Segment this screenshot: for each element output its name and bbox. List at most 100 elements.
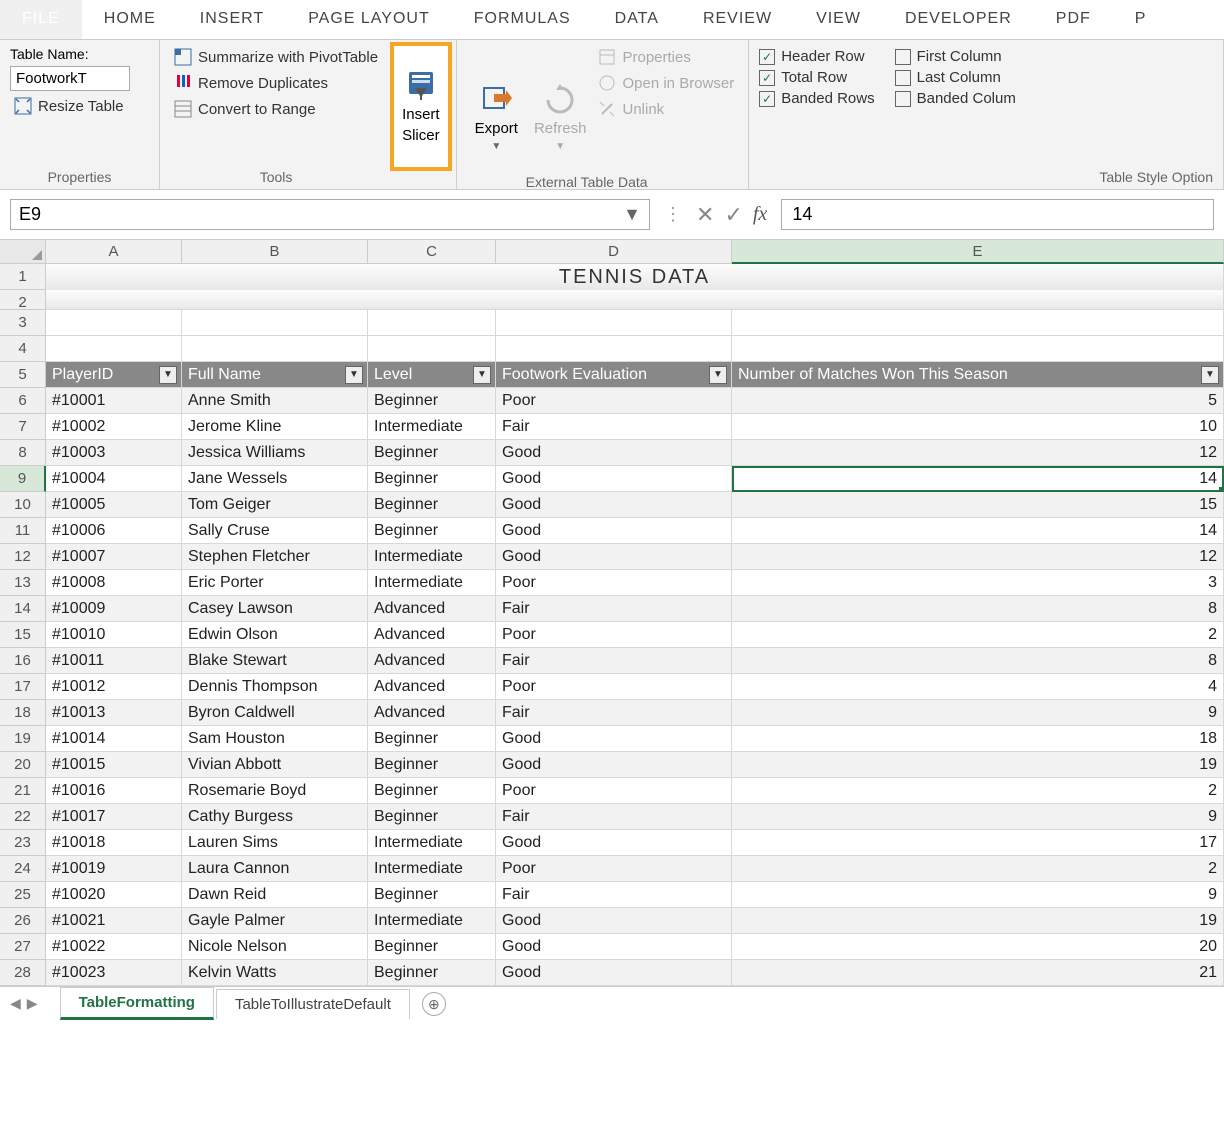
tab-more[interactable]: P [1113, 0, 1169, 39]
row-header[interactable]: 16 [0, 648, 46, 674]
col-header-c[interactable]: C [368, 240, 496, 264]
cell-playerid[interactable]: #10013 [46, 700, 182, 726]
remove-duplicates-button[interactable]: Remove Duplicates [170, 72, 382, 94]
row-header[interactable]: 7 [0, 414, 46, 440]
cell-fullname[interactable]: Lauren Sims [182, 830, 368, 856]
row-header[interactable]: 11 [0, 518, 46, 544]
cell-level[interactable]: Advanced [368, 596, 496, 622]
cell-playerid[interactable]: #10007 [46, 544, 182, 570]
summarize-pivottable-button[interactable]: Summarize with PivotTable [170, 46, 382, 68]
row-header[interactable]: 18 [0, 700, 46, 726]
table-header[interactable]: Number of Matches Won This Season▼ [732, 362, 1224, 388]
cell-footwork[interactable]: Poor [496, 388, 732, 414]
cell-fullname[interactable]: Jessica Williams [182, 440, 368, 466]
col-header-b[interactable]: B [182, 240, 368, 264]
cell-level[interactable]: Beginner [368, 440, 496, 466]
filter-dropdown-icon[interactable]: ▼ [709, 366, 727, 384]
title-cell[interactable] [46, 290, 1224, 310]
row-header[interactable]: 20 [0, 752, 46, 778]
cell-matches-won[interactable]: 8 [732, 648, 1224, 674]
insert-slicer-button[interactable]: Insert Slicer [390, 42, 452, 171]
cell[interactable] [732, 310, 1224, 336]
filter-dropdown-icon[interactable]: ▼ [1201, 366, 1219, 384]
cell-level[interactable]: Beginner [368, 388, 496, 414]
resize-table-button[interactable]: Resize Table [10, 95, 149, 117]
table-name-input[interactable] [10, 66, 130, 91]
cell[interactable] [732, 336, 1224, 362]
banded-columns-checkbox[interactable]: Banded Colum [895, 88, 1016, 109]
cell-footwork[interactable]: Poor [496, 674, 732, 700]
row-header[interactable]: 15 [0, 622, 46, 648]
cell-playerid[interactable]: #10012 [46, 674, 182, 700]
cell-footwork[interactable]: Good [496, 934, 732, 960]
cell-fullname[interactable]: Sally Cruse [182, 518, 368, 544]
cell-playerid[interactable]: #10005 [46, 492, 182, 518]
first-column-checkbox[interactable]: First Column [895, 46, 1016, 67]
cell-footwork[interactable]: Fair [496, 804, 732, 830]
cell-playerid[interactable]: #10008 [46, 570, 182, 596]
filter-dropdown-icon[interactable]: ▼ [473, 366, 491, 384]
row-header[interactable]: 8 [0, 440, 46, 466]
col-header-a[interactable]: A [46, 240, 182, 264]
cell-matches-won[interactable]: 15 [732, 492, 1224, 518]
cell[interactable] [46, 336, 182, 362]
cell-playerid[interactable]: #10021 [46, 908, 182, 934]
row-header[interactable]: 12 [0, 544, 46, 570]
cell-fullname[interactable]: Cathy Burgess [182, 804, 368, 830]
table-header[interactable]: Full Name▼ [182, 362, 368, 388]
cell-fullname[interactable]: Rosemarie Boyd [182, 778, 368, 804]
cell-footwork[interactable]: Good [496, 544, 732, 570]
formula-input[interactable]: 14 [781, 199, 1214, 230]
cell-footwork[interactable]: Good [496, 908, 732, 934]
cell-playerid[interactable]: #10001 [46, 388, 182, 414]
cell-level[interactable]: Beginner [368, 492, 496, 518]
tab-pdf[interactable]: PDF [1034, 0, 1113, 39]
row-header[interactable]: 27 [0, 934, 46, 960]
cell-footwork[interactable]: Good [496, 752, 732, 778]
cell-matches-won[interactable]: 2 [732, 778, 1224, 804]
cell-footwork[interactable]: Good [496, 960, 732, 986]
cell-playerid[interactable]: #10004 [46, 466, 182, 492]
cell-playerid[interactable]: #10023 [46, 960, 182, 986]
cell-level[interactable]: Intermediate [368, 414, 496, 440]
cell-matches-won[interactable]: 12 [732, 544, 1224, 570]
last-column-checkbox[interactable]: Last Column [895, 67, 1016, 88]
cell-fullname[interactable]: Laura Cannon [182, 856, 368, 882]
row-header[interactable]: 3 [0, 310, 46, 336]
cell-fullname[interactable]: Dennis Thompson [182, 674, 368, 700]
cell-playerid[interactable]: #10016 [46, 778, 182, 804]
cell-level[interactable]: Beginner [368, 518, 496, 544]
cell-fullname[interactable]: Stephen Fletcher [182, 544, 368, 570]
table-header[interactable]: Level▼ [368, 362, 496, 388]
row-header[interactable]: 26 [0, 908, 46, 934]
row-header[interactable]: 1 [0, 264, 46, 290]
row-header[interactable]: 2 [0, 290, 46, 310]
cell-level[interactable]: Beginner [368, 778, 496, 804]
cell-level[interactable]: Beginner [368, 960, 496, 986]
select-all-corner[interactable] [0, 240, 46, 264]
cell-matches-won[interactable]: 3 [732, 570, 1224, 596]
row-header[interactable]: 23 [0, 830, 46, 856]
cell-fullname[interactable]: Gayle Palmer [182, 908, 368, 934]
cell-playerid[interactable]: #10010 [46, 622, 182, 648]
row-header[interactable]: 14 [0, 596, 46, 622]
cell-footwork[interactable]: Poor [496, 778, 732, 804]
cell-footwork[interactable]: Good [496, 466, 732, 492]
cell-matches-won[interactable]: 18 [732, 726, 1224, 752]
total-row-checkbox[interactable]: Total Row [759, 67, 874, 88]
cell-level[interactable]: Beginner [368, 752, 496, 778]
cell-matches-won[interactable]: 10 [732, 414, 1224, 440]
tab-page-layout[interactable]: PAGE LAYOUT [286, 0, 452, 39]
banded-rows-checkbox[interactable]: Banded Rows [759, 88, 874, 109]
cell-playerid[interactable]: #10014 [46, 726, 182, 752]
sheet-tab-other[interactable]: TableToIllustrateDefault [216, 989, 410, 1019]
cell-fullname[interactable]: Edwin Olson [182, 622, 368, 648]
tab-file[interactable]: FILE [0, 0, 82, 39]
cell-footwork[interactable]: Good [496, 440, 732, 466]
row-header[interactable]: 21 [0, 778, 46, 804]
cell-level[interactable]: Intermediate [368, 908, 496, 934]
cell-playerid[interactable]: #10009 [46, 596, 182, 622]
cell-footwork[interactable]: Fair [496, 648, 732, 674]
cell-level[interactable]: Advanced [368, 622, 496, 648]
cell-level[interactable]: Beginner [368, 466, 496, 492]
